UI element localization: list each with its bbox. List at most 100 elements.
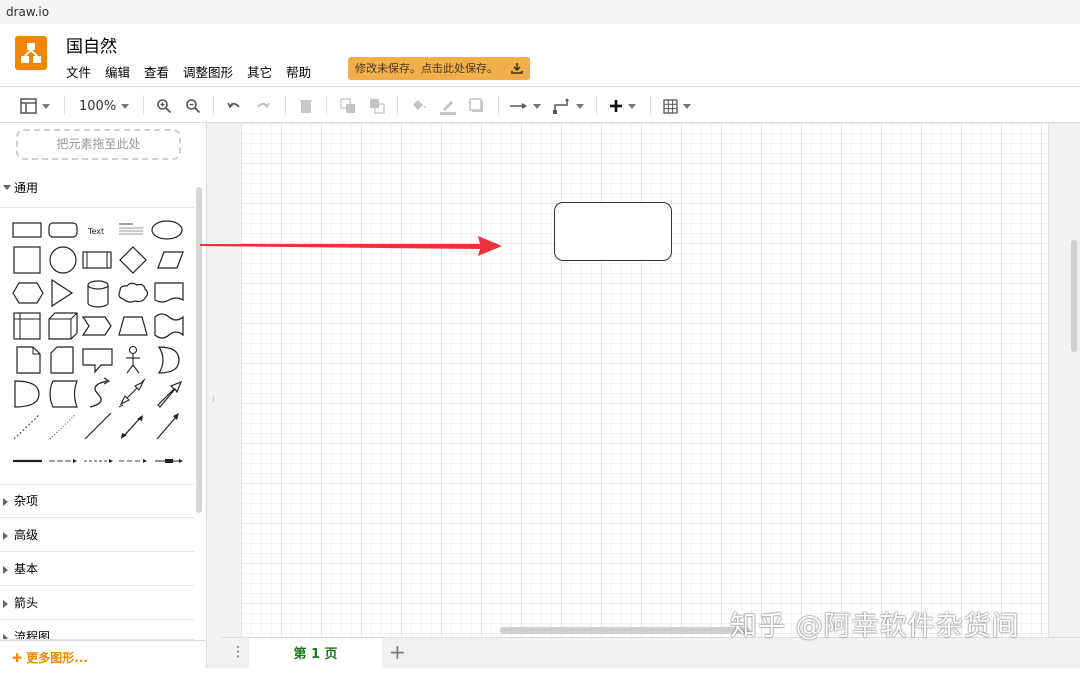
curve-connector-shape[interactable] xyxy=(89,377,111,408)
zoom-out-button[interactable] xyxy=(185,96,201,116)
bidirectional-arrow-shape[interactable] xyxy=(118,378,146,408)
cloud-shape[interactable] xyxy=(118,282,149,303)
trapezoid-shape[interactable] xyxy=(118,316,148,336)
triangle-shape[interactable] xyxy=(51,278,74,308)
section-arrows[interactable]: 箭头 xyxy=(0,586,194,620)
menu-edit[interactable]: 编辑 xyxy=(105,62,130,81)
format-panel-button[interactable] xyxy=(20,96,50,116)
line-color-button[interactable] xyxy=(439,96,457,116)
or-shape[interactable] xyxy=(157,346,180,374)
ellipse-shape[interactable] xyxy=(151,220,183,240)
add-page-button[interactable]: + xyxy=(389,640,406,664)
watermark: 知乎 @阿幸软件杂货间 xyxy=(730,611,1020,642)
waypoints-icon xyxy=(553,98,571,114)
undo-button[interactable] xyxy=(226,96,242,116)
process-shape[interactable] xyxy=(82,251,112,269)
bidirectional-connector-shape[interactable] xyxy=(121,415,143,439)
hexagon-shape[interactable] xyxy=(12,282,44,304)
menu-view[interactable]: 查看 xyxy=(144,62,169,81)
rounded-rectangle-cell[interactable] xyxy=(554,202,672,261)
data-storage-shape[interactable] xyxy=(14,380,40,408)
page-tab-1[interactable]: 第 1 页 xyxy=(249,638,382,669)
section-advanced[interactable]: 高级 xyxy=(0,518,194,552)
directional-connector-shape[interactable] xyxy=(156,413,179,440)
internal-storage-shape[interactable] xyxy=(13,312,41,340)
sidebar-splitter[interactable]: ⁞ xyxy=(207,123,221,668)
diagram-page[interactable] xyxy=(241,123,1049,637)
dashed-line-shape[interactable] xyxy=(13,414,40,440)
document-title[interactable]: 国自然 xyxy=(66,32,117,57)
parallelogram-shape[interactable] xyxy=(157,251,184,269)
card-shape[interactable] xyxy=(50,346,74,374)
cylinder-shape[interactable] xyxy=(87,280,109,308)
insert-dropdown[interactable] xyxy=(609,96,636,116)
canvas-vertical-scrollbar[interactable] xyxy=(1071,240,1077,352)
textbox-shape[interactable] xyxy=(119,223,143,235)
to-back-button[interactable] xyxy=(369,96,385,116)
delete-button[interactable] xyxy=(299,96,313,116)
rounded-rectangle-shape[interactable] xyxy=(48,222,78,238)
note-shape[interactable] xyxy=(16,346,41,374)
general-shapes-palette: Text xyxy=(12,220,184,463)
unsaved-changes-banner[interactable]: 修改未保存。点击此处保存。 xyxy=(348,57,530,80)
menu-file[interactable]: 文件 xyxy=(66,62,91,81)
menu-help[interactable]: 帮助 xyxy=(286,62,311,81)
fill-color-button[interactable] xyxy=(410,96,428,116)
section-arrows-label: 箭头 xyxy=(14,596,39,610)
canvas-horizontal-scrollbar[interactable] xyxy=(500,627,750,634)
redo-button[interactable] xyxy=(255,96,271,116)
section-basic[interactable]: 基本 xyxy=(0,552,194,586)
arrow-line-shape[interactable] xyxy=(49,459,77,463)
arrow-shape[interactable] xyxy=(157,380,183,408)
zoom-dropdown[interactable]: 100% xyxy=(79,96,130,116)
circle-shape[interactable] xyxy=(49,246,77,274)
to-front-button[interactable] xyxy=(340,96,356,116)
more-shapes-label: 更多图形... xyxy=(26,651,88,665)
connection-icon xyxy=(510,101,528,111)
actor-shape[interactable] xyxy=(126,345,140,374)
link-shape[interactable] xyxy=(155,459,183,463)
menu-extras[interactable]: 其它 xyxy=(247,62,272,81)
chevron-down-icon xyxy=(683,103,691,109)
zoom-level: 100% xyxy=(79,98,117,114)
step-shape[interactable] xyxy=(81,316,112,336)
tape-shape[interactable] xyxy=(154,313,184,339)
diagram-canvas[interactable] xyxy=(221,123,1080,637)
annotation-arrow-shape xyxy=(200,236,502,256)
rectangle-shape[interactable] xyxy=(12,222,42,238)
page-options-icon[interactable]: ⋮ xyxy=(231,644,245,660)
drawio-logo-icon[interactable] xyxy=(15,36,47,70)
shadow-button[interactable] xyxy=(469,96,485,116)
toolbar-divider xyxy=(596,95,597,115)
section-misc[interactable]: 杂项 xyxy=(0,484,194,518)
more-shapes-button[interactable]: ✚ 更多图形... xyxy=(0,640,207,668)
section-flowchart[interactable]: 流程图 xyxy=(0,620,194,640)
text-shape[interactable]: Text xyxy=(87,227,104,236)
shape-sidebar: 把元素拖至此处 通用 Text 杂项 高级 基本 箭头 流程图 ✚ 更多图形..… xyxy=(0,123,207,668)
waypoints-dropdown[interactable] xyxy=(553,96,584,116)
double-arrow-line-shape[interactable] xyxy=(84,459,113,463)
drop-zone[interactable]: 把元素拖至此处 xyxy=(16,129,181,160)
chevron-down-icon xyxy=(42,103,50,109)
document-shape[interactable] xyxy=(154,282,184,303)
section-general[interactable]: 通用 xyxy=(0,171,194,205)
square-shape[interactable] xyxy=(13,246,41,274)
chevron-down-icon xyxy=(121,103,130,109)
menu-bar: 文件 编辑 查看 调整图形 其它 帮助 xyxy=(66,62,325,81)
line-shape[interactable] xyxy=(84,412,112,440)
cube-shape[interactable] xyxy=(48,312,78,340)
connection-style-dropdown[interactable] xyxy=(510,96,541,116)
section-flowchart-label: 流程图 xyxy=(14,630,51,640)
callout-shape[interactable] xyxy=(82,348,113,374)
svg-text:Text: Text xyxy=(87,227,104,236)
section-general-label: 通用 xyxy=(14,181,39,195)
dotted-line-shape[interactable] xyxy=(49,414,76,440)
table-dropdown[interactable] xyxy=(663,96,691,116)
plus-icon: ✚ xyxy=(12,651,27,665)
toolbar: 100% xyxy=(0,86,1080,123)
menu-arrange[interactable]: 调整图形 xyxy=(183,62,233,81)
diamond-shape[interactable] xyxy=(119,246,147,274)
zoom-in-button[interactable] xyxy=(156,96,172,116)
dashed-arrow-line-shape[interactable] xyxy=(119,459,147,463)
delay-shape[interactable] xyxy=(49,380,78,408)
